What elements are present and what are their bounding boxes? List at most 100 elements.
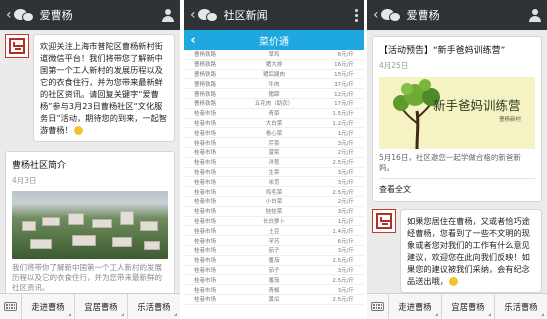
person-icon[interactable] — [162, 8, 174, 22]
menu-item-2[interactable]: 宜居曹杨 — [75, 293, 128, 319]
price-cell: 2.5元/斤 — [332, 297, 354, 304]
price-row: 曹杨铁路 牛肉 37元/斤 — [184, 79, 364, 90]
person-icon[interactable] — [529, 8, 541, 22]
price-cell: 15元/斤 — [334, 71, 354, 78]
welcome-message: 欢迎关注上海市普陀区曹杨新村街道微信平台！我们将带您了解新中国第一个工人新村的发… — [33, 34, 175, 142]
card-description: 5月16日，社区邀您一起学做合格的新爸新妈。 — [379, 153, 521, 172]
price-row: 桂巷市场 青椒 3元/斤 — [184, 285, 364, 295]
price-cell: 6元/斤 — [337, 52, 354, 59]
price-row: 曹杨铁路 五花肉（助农） 17元/斤 — [184, 99, 364, 109]
top-bar: ‹ 社区新闻 — [184, 0, 364, 30]
back-icon[interactable]: ‹ — [190, 7, 196, 23]
phone-welcome: ‹ 爱曹杨 欢迎关注上海市普陀区曹杨新村街道微信平台！我们将带您了解新中国第一个… — [0, 0, 180, 319]
item-cell: 土豆 — [268, 228, 280, 235]
bottom-menu: 走进曹杨 宜居曹杨 乐活曹杨 — [0, 293, 180, 319]
reply-message: 如果您居住在曹杨，又或者恰巧途经曹杨，您看到了一些不文明的现象或者您对我们的工作… — [400, 209, 542, 293]
poster-subtitle: 曹杨新村 — [499, 117, 522, 123]
price-cell: 3元/斤 — [337, 179, 354, 186]
chat-area[interactable]: 欢迎关注上海市普陀区曹杨新村街道微信平台！我们将带您了解新中国第一个工人新村的发… — [0, 30, 180, 293]
card-title: 【活动预告】“新手爸妈训练营” — [379, 46, 506, 56]
market-cell: 桂巷市场 — [194, 120, 217, 127]
screenshot-root: ‹ 爱曹杨 欢迎关注上海市普陀区曹杨新村街道微信平台！我们将带您了解新中国第一个… — [0, 0, 547, 319]
price-row: 桂巷市场 娃娃菜 3元/斤 — [184, 207, 364, 217]
market-cell: 桂巷市场 — [194, 248, 217, 255]
market-cell: 桂巷市场 — [194, 228, 217, 235]
price-cell: 1.4元/斤 — [332, 228, 354, 235]
smile-emoji-icon — [73, 126, 83, 135]
item-cell: 菠菜 — [268, 150, 280, 157]
back-icon[interactable]: ‹ — [6, 7, 12, 23]
item-cell: 生菜 — [268, 169, 280, 176]
price-cell: 1.2元/斤 — [332, 120, 354, 127]
card-date: 4月3日 — [12, 176, 37, 185]
message-row: 欢迎关注上海市普陀区曹杨新村街道微信平台！我们将带您了解新中国第一个工人新村的发… — [5, 34, 175, 142]
price-row: 桂巷市场 黄瓜 2.5元/斤 — [184, 295, 364, 305]
card-date: 4月25日 — [379, 61, 409, 70]
price-cell: 3元/斤 — [337, 287, 354, 294]
price-table[interactable]: 曹杨铁路 草鸡 6元/斤 曹杨铁路 猪大排 16元/斤 曹杨铁路 猪后腿肉 15元/斤 曹杨铁路牛… — [184, 50, 364, 319]
poster-title: 新手爸妈训练营 — [433, 98, 521, 113]
item-cell: 五花肉（助农） — [254, 101, 294, 108]
item-cell: 卷心菜 — [265, 130, 283, 137]
market-cell: 桂巷市场 — [194, 140, 217, 147]
bottom-menu: 走进曹杨 宜居曹杨 乐活曹杨 — [367, 293, 547, 319]
menu-item-3[interactable]: 乐活曹杨 — [495, 294, 547, 319]
aerial-photo — [12, 191, 168, 259]
card-title: 曹杨社区简介 — [12, 161, 67, 171]
chat-title: 爱曹杨 — [39, 9, 73, 22]
menu-item-1[interactable]: 走进曹杨 — [389, 293, 442, 319]
price-cell: 1.5元/斤 — [332, 111, 354, 118]
back-chevron-icon[interactable]: ‹ — [184, 33, 202, 48]
menu-item-3[interactable]: 乐活曹杨 — [128, 294, 180, 319]
item-cell: 鸡毛菜 — [265, 189, 283, 196]
market-cell: 曹杨铁路 — [194, 52, 217, 59]
welcome-text: 欢迎关注上海市普陀区曹杨新村街道微信平台！我们将带您了解新中国第一个工人新村的发… — [40, 41, 168, 135]
item-cell: 大白菜 — [265, 120, 283, 127]
market-cell: 桂巷市场 — [194, 258, 217, 265]
back-icon[interactable]: ‹ — [373, 7, 379, 23]
item-cell: 芋艿 — [268, 238, 280, 245]
market-cell: 桂巷市场 — [194, 209, 217, 216]
price-cell: 37元/斤 — [334, 81, 354, 88]
price-row: 桂巷市场 长白萝卜 1元/斤 — [184, 217, 364, 227]
price-cell: 1元/斤 — [337, 218, 354, 225]
menu-item-2[interactable]: 宜居曹杨 — [442, 293, 495, 319]
chat-area[interactable]: 【活动预告】“新手爸妈训练营” 4月25日 新手爸妈训练营 曹杨新村 5月16日… — [367, 30, 547, 293]
keyboard-icon[interactable] — [367, 293, 389, 319]
smile-emoji-icon — [448, 277, 458, 286]
market-cell: 桂巷市场 — [194, 238, 217, 245]
chat-title: 爱曹杨 — [406, 9, 440, 22]
market-cell: 桂巷市场 — [194, 179, 217, 186]
keyboard-icon[interactable] — [0, 293, 22, 319]
menu-item-1[interactable]: 走进曹杨 — [22, 293, 75, 319]
market-cell: 曹杨铁路 — [194, 91, 217, 98]
wechat-icon — [197, 7, 220, 23]
article-card[interactable]: 曹杨社区简介 4月3日 我们将带你了解新中国第一个工人新村的发展历程以及它的衣食… — [5, 151, 175, 293]
price-row: 桂巷市场 小白菜 2元/斤 — [184, 197, 364, 207]
price-row: 桂巷市场 茄子 3元/斤 — [184, 266, 364, 276]
seal-avatar-icon[interactable] — [372, 209, 396, 233]
market-cell: 曹杨铁路 — [194, 71, 217, 78]
price-row: 桂巷市场 青菜 1.5元/斤 — [184, 109, 364, 119]
market-cell: 桂巷市场 — [194, 189, 217, 196]
item-cell: 青椒 — [268, 287, 280, 294]
price-cell: 3元/斤 — [337, 267, 354, 274]
reply-text: 如果您居住在曹杨，又或者恰巧途经曹杨，您看到了一些不文明的现象或者您对我们的工作… — [407, 216, 530, 286]
article-card[interactable]: 【活动预告】“新手爸妈训练营” 4月25日 新手爸妈训练营 曹杨新村 5月16日… — [372, 36, 542, 202]
item-cell: 番茄 — [268, 277, 280, 284]
price-row: 桂巷市场 菠菜 2元/斤 — [184, 148, 364, 158]
price-row: 桂巷市场 生菜 3元/斤 — [184, 168, 364, 178]
wechat-icon — [13, 7, 36, 23]
item-cell: 茄子 — [268, 267, 280, 274]
price-row: 曹杨铁路 猪大排 16元/斤 — [184, 60, 364, 70]
seal-avatar-icon[interactable] — [5, 34, 29, 58]
price-cell: 3元/斤 — [337, 140, 354, 147]
market-cell: 桂巷市场 — [194, 111, 217, 118]
price-row: 桂巷市场 鸡毛菜 2.5元/斤 — [184, 187, 364, 197]
market-cell: 曹杨铁路 — [194, 101, 217, 108]
market-cell: 桂巷市场 — [194, 277, 217, 284]
price-cell: 2.5元/斤 — [332, 189, 354, 196]
read-more-link[interactable]: 查看全文 — [379, 178, 535, 195]
more-icon[interactable] — [354, 8, 358, 22]
market-cell: 曹杨铁路 — [194, 81, 217, 88]
